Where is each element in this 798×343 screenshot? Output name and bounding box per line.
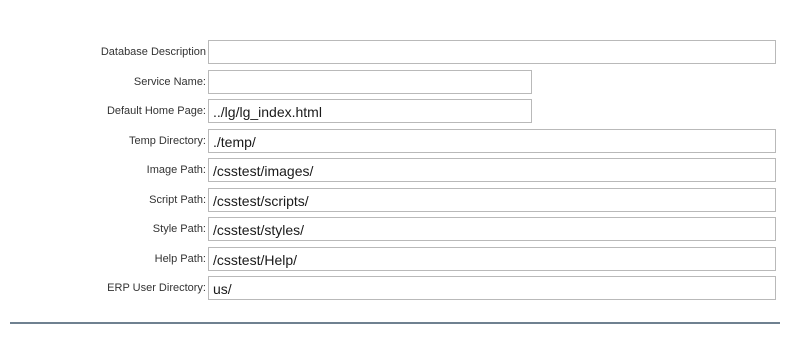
temp-directory-input[interactable] xyxy=(208,128,776,153)
help-path-label: Help Path: xyxy=(154,252,206,265)
image-path-input[interactable] xyxy=(208,158,776,182)
service-name-row: Service Name: xyxy=(0,69,798,99)
script-path-row: Script Path: xyxy=(0,187,798,217)
erp-user-directory-label: ERP User Directory: xyxy=(107,282,206,294)
database-description-input[interactable] xyxy=(208,40,776,64)
help-path-row: Help Path: xyxy=(0,246,798,276)
temp-directory-label: Temp Directory: xyxy=(128,134,206,147)
database-settings-form: Database Description Service Name: Defau… xyxy=(0,39,798,305)
database-description-row: Database Description xyxy=(0,39,798,69)
style-path-row: Style Path: xyxy=(0,216,798,246)
image-path-row: Image Path: xyxy=(0,157,798,187)
service-name-label: Service Name: xyxy=(133,75,206,88)
section-divider xyxy=(10,322,780,324)
default-home-page-row: Default Home Page: xyxy=(0,98,798,128)
default-home-page-input[interactable] xyxy=(208,99,532,123)
erp-user-directory-row: ERP User Directory: xyxy=(0,275,798,305)
default-home-page-label: Default Home Page: xyxy=(106,105,206,117)
erp-user-directory-input[interactable] xyxy=(208,276,776,300)
help-path-input[interactable] xyxy=(208,246,776,271)
image-path-label: Image Path: xyxy=(146,164,206,176)
script-path-input[interactable] xyxy=(208,187,776,212)
temp-directory-row: Temp Directory: xyxy=(0,128,798,158)
style-path-label: Style Path: xyxy=(152,223,206,235)
service-name-input[interactable] xyxy=(208,69,532,94)
script-path-label: Script Path: xyxy=(149,193,206,206)
database-description-label: Database Description xyxy=(100,46,206,58)
style-path-input[interactable] xyxy=(208,217,776,241)
